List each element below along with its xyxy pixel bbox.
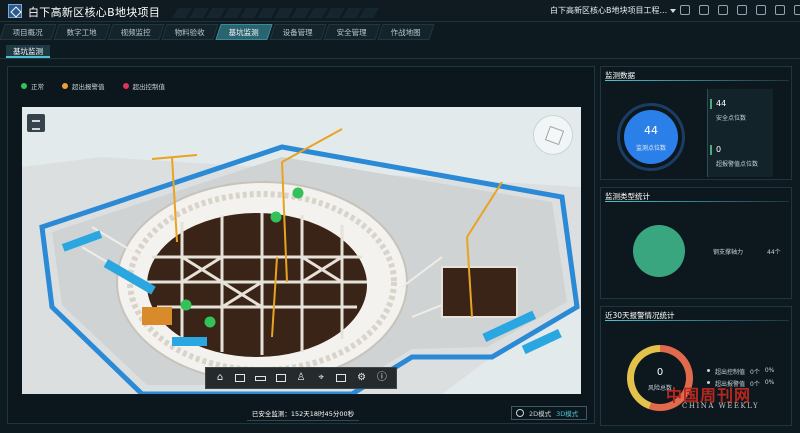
tab-equipment[interactable]: 设备管理 xyxy=(269,24,327,40)
monitor-point[interactable] xyxy=(204,316,216,328)
risk-total-value: 0 xyxy=(656,367,664,378)
measure-icon[interactable] xyxy=(275,372,287,384)
tab-project-overview[interactable]: 项目概况 xyxy=(0,24,57,40)
safety-duration: 已安全监测：152天18时45分00秒 xyxy=(247,407,359,421)
total-points-value: 44 xyxy=(644,124,658,137)
grid-icon[interactable] xyxy=(680,5,690,15)
project-select-label: 白下高新区核心B地块项目工程... xyxy=(550,6,668,15)
status-legend: 正常 超出报警值 超出控制值 xyxy=(21,81,165,91)
control-dot-icon xyxy=(122,83,129,89)
monitor-point[interactable] xyxy=(270,211,282,223)
app-header: 白下高新区核心B地块项目 白下高新区核心B地块项目工程... xyxy=(0,0,800,22)
project-select[interactable]: 白下高新区核心B地块项目工程... xyxy=(550,5,677,16)
alarm-dot-icon xyxy=(62,83,68,89)
view-mode-toggle: 2D模式 3D模式 xyxy=(511,406,587,420)
tab-pit-monitoring[interactable]: 基坑监测 xyxy=(215,24,273,40)
header-decoration xyxy=(172,0,420,22)
type-legend: 钢支撑轴力 44个 xyxy=(713,247,781,256)
model-panel: 正常 超出报警值 超出控制值 ⌂ ♙ ⌖ ⚙ ⓘ 已安全监测：152天18时45… xyxy=(7,66,595,424)
home-icon[interactable]: ⌂ xyxy=(214,372,226,384)
mode-2d-button[interactable]: 2D模式 xyxy=(529,408,551,418)
type-legend-value: 44个 xyxy=(767,249,781,256)
safe-points-value: 44 xyxy=(716,99,727,108)
app-title: 白下高新区核心B地块项目 xyxy=(28,6,161,19)
type-legend-label: 钢支撑轴力 xyxy=(713,249,744,256)
shirt-icon[interactable] xyxy=(775,5,785,15)
target-icon xyxy=(516,409,524,417)
legend-item-alarm: 超出报警值 xyxy=(62,81,105,91)
watermark-logo-en: CHINA WEEKLY xyxy=(682,402,760,410)
ruler-icon[interactable] xyxy=(255,372,267,384)
total-points-label: 监测点位数 xyxy=(635,145,666,152)
safe-points-label: 安全点位数 xyxy=(716,115,747,122)
monitor-data-panel: 监测数据 44 监测点位数 44 安全点位数 0 超报警值点位数 xyxy=(600,66,792,180)
viewer-toolbar: ⌂ ♙ ⌖ ⚙ ⓘ xyxy=(205,367,397,389)
frame-icon[interactable] xyxy=(234,372,246,384)
monitor-icon[interactable] xyxy=(699,5,709,15)
monitor-type-panel: 监测类型统计 钢支撑轴力 44个 xyxy=(600,187,792,299)
3d-viewport[interactable] xyxy=(22,107,581,394)
main-nav: 项目概况 数字工地 视频监控 物料验收 基坑监测 设备管理 安全管理 作战地图 xyxy=(0,24,435,40)
total-points-gauge: 44 监测点位数 xyxy=(617,103,685,171)
document-icon[interactable] xyxy=(794,5,800,15)
app-logo-icon xyxy=(8,4,22,18)
tab-battle-map[interactable]: 作战地图 xyxy=(377,24,435,40)
mode-3d-button[interactable]: 3D模式 xyxy=(556,408,578,418)
settings-icon[interactable]: ⚙ xyxy=(356,372,368,384)
tab-material-check[interactable]: 物料验收 xyxy=(161,24,219,40)
alarm-points-label: 超报警值点位数 xyxy=(716,161,759,168)
header-icons xyxy=(680,5,800,15)
legend-item-control: 超出控制值 xyxy=(122,81,165,91)
report-icon[interactable] xyxy=(335,372,347,384)
monitor-point[interactable] xyxy=(180,299,192,311)
alarm-row-control: 超出控制值 0个 0% xyxy=(707,367,774,376)
monitor-point[interactable] xyxy=(292,187,304,199)
points-breakdown: 44 安全点位数 0 超报警值点位数 xyxy=(707,89,773,177)
location-icon[interactable]: ⌖ xyxy=(315,372,327,384)
alarm-points-value: 0 xyxy=(716,145,722,154)
chevron-down-icon xyxy=(670,8,677,13)
tab-digital-site[interactable]: 数字工地 xyxy=(53,24,111,40)
type-pie-chart xyxy=(633,225,685,277)
helmet-icon[interactable] xyxy=(756,5,766,15)
person-icon[interactable]: ♙ xyxy=(295,372,307,384)
sub-nav: 基坑监测 xyxy=(0,42,800,59)
book-icon[interactable] xyxy=(718,5,728,15)
excavation-model[interactable] xyxy=(22,107,581,394)
legend-item-normal: 正常 xyxy=(21,81,44,91)
tab-video-monitor[interactable]: 视频监控 xyxy=(107,24,165,40)
view-cube[interactable] xyxy=(533,115,573,155)
chart-icon[interactable] xyxy=(737,5,747,15)
tab-safety[interactable]: 安全管理 xyxy=(323,24,381,40)
normal-dot-icon xyxy=(21,83,27,89)
layers-button[interactable] xyxy=(27,114,45,132)
subtab-pit-monitoring[interactable]: 基坑监测 xyxy=(6,45,50,58)
info-icon[interactable]: ⓘ xyxy=(376,372,388,384)
